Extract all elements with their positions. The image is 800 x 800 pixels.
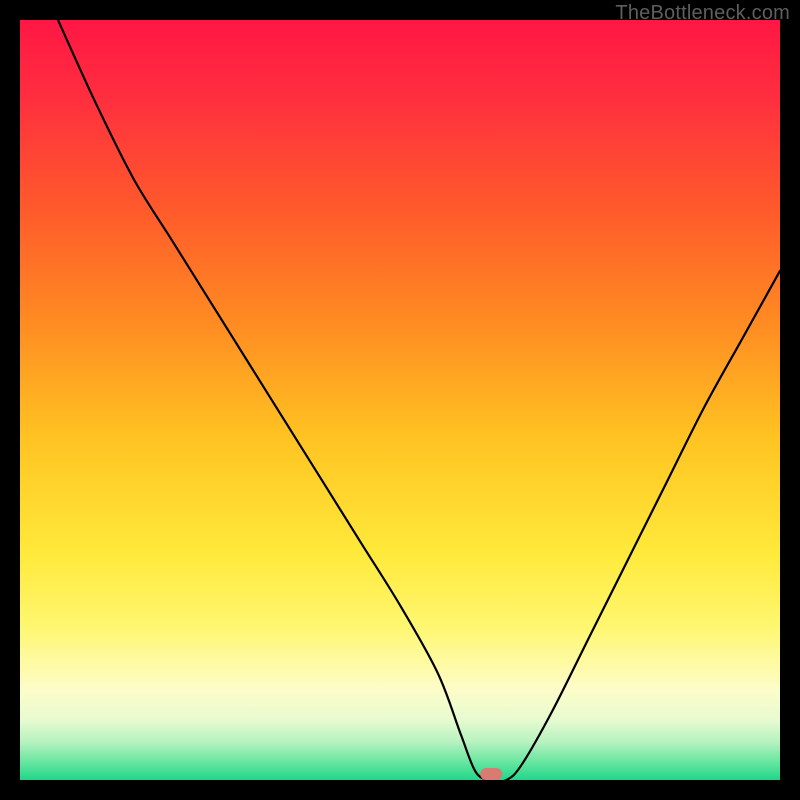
optimum-marker: [20, 20, 780, 780]
chart-frame: TheBottleneck.com: [0, 0, 800, 800]
plot-area: [20, 20, 780, 780]
watermark-text: TheBottleneck.com: [615, 2, 790, 25]
